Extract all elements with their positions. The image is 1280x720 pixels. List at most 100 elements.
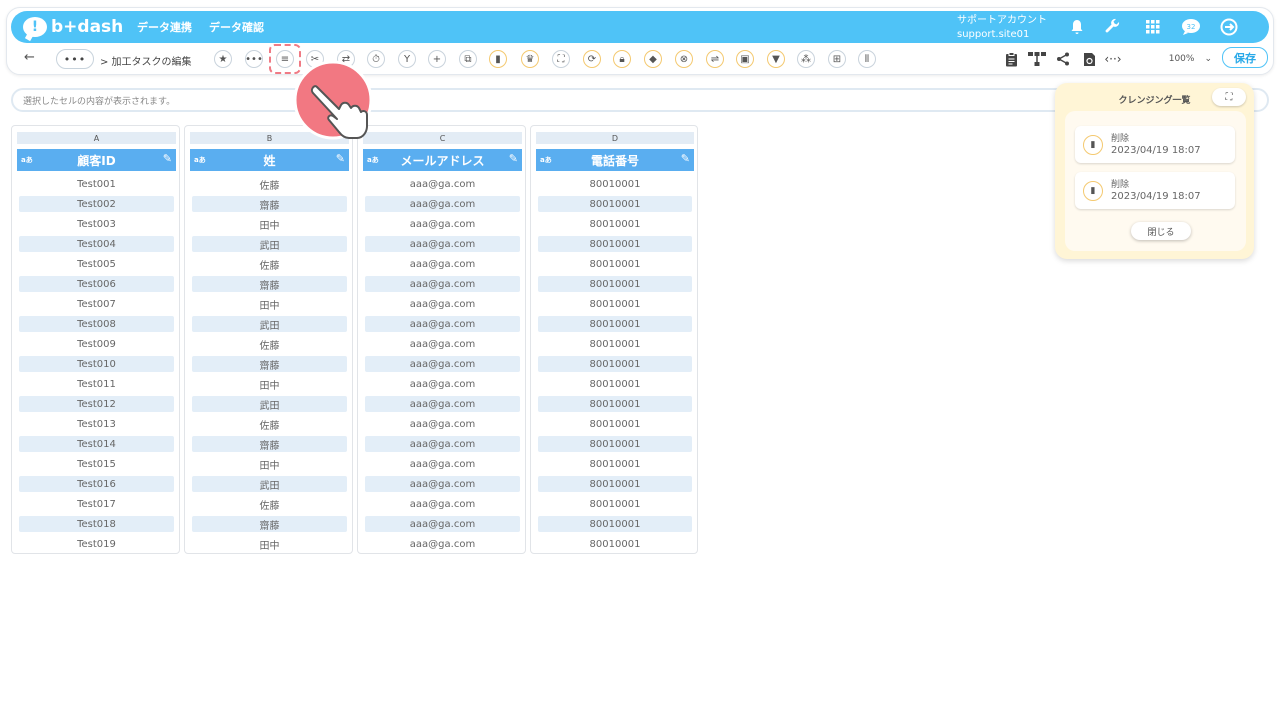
save-button[interactable]: 保存 <box>1222 47 1268 68</box>
table-cell[interactable]: Test012 <box>19 396 174 412</box>
plus-icon[interactable]: + <box>428 50 446 68</box>
table-cell[interactable]: Test001 <box>19 176 174 192</box>
table-cell[interactable]: 佐藤 <box>192 256 347 272</box>
table-cell[interactable]: 武田 <box>192 316 347 332</box>
table-cell[interactable]: Test003 <box>19 216 174 232</box>
split-icon[interactable]: Y <box>398 50 416 68</box>
table-cell[interactable]: 80010001 <box>538 396 692 412</box>
table-cell[interactable]: aaa@ga.com <box>365 376 520 392</box>
columns-icon[interactable]: ⦀ <box>858 50 876 68</box>
expand-icon[interactable]: ⛶ <box>552 50 570 68</box>
pencil-icon[interactable]: ✎ <box>681 152 690 165</box>
table-cell[interactable]: 80010001 <box>538 536 692 552</box>
table-cell[interactable]: Test005 <box>19 256 174 272</box>
table-cell[interactable]: 80010001 <box>538 496 692 512</box>
table-cell[interactable]: aaa@ga.com <box>365 456 520 472</box>
column-letter[interactable]: A <box>17 132 176 144</box>
column-header[interactable]: aあ メールアドレス ✎ <box>363 149 522 171</box>
table-cell[interactable]: 80010001 <box>538 276 692 292</box>
table-cell[interactable]: Test007 <box>19 296 174 312</box>
copy-icon[interactable]: ⧉ <box>459 50 477 68</box>
table-cell[interactable]: Test019 <box>19 536 174 552</box>
logo[interactable]: ! b+dash <box>23 15 123 39</box>
table-cell[interactable]: aaa@ga.com <box>365 516 520 532</box>
breadcrumb-more-button[interactable]: ••• <box>56 49 94 69</box>
table-cell[interactable]: 齋藤 <box>192 516 347 532</box>
nav-data-integration[interactable]: データ連携 <box>137 19 192 35</box>
table-cell[interactable]: 80010001 <box>538 296 692 312</box>
table-cell[interactable]: 田中 <box>192 216 347 232</box>
repeat-icon[interactable]: ⟳ <box>583 50 601 68</box>
table-cell[interactable]: aaa@ga.com <box>365 316 520 332</box>
table-cell[interactable]: Test004 <box>19 236 174 252</box>
table-cell[interactable]: 80010001 <box>538 476 692 492</box>
table-cell[interactable]: 齋藤 <box>192 196 347 212</box>
history-item[interactable]: ▮ 削除 2023/04/19 18:07 <box>1075 126 1235 163</box>
table-cell[interactable]: aaa@ga.com <box>365 216 520 232</box>
table-cell[interactable]: aaa@ga.com <box>365 476 520 492</box>
table-cell[interactable]: aaa@ga.com <box>365 296 520 312</box>
table-cell[interactable]: 80010001 <box>538 356 692 372</box>
square-icon[interactable]: ▣ <box>736 50 754 68</box>
column-letter[interactable]: C <box>363 132 522 144</box>
chat-support-icon[interactable]: 32 <box>1181 17 1201 37</box>
filter-icon[interactable]: ▼ <box>767 50 785 68</box>
column-letter[interactable]: D <box>536 132 694 144</box>
table-cell[interactable]: Test013 <box>19 416 174 432</box>
table-cell[interactable]: 齋藤 <box>192 356 347 372</box>
account-info[interactable]: サポートアカウント support.site01 <box>957 14 1047 42</box>
table-cell[interactable]: Test002 <box>19 196 174 212</box>
table-cell[interactable]: Test009 <box>19 336 174 352</box>
grid-icon[interactable]: ⊞ <box>828 50 846 68</box>
table-cell[interactable]: 80010001 <box>538 416 692 432</box>
code-icon[interactable]: ‹··› <box>1104 50 1122 68</box>
table-cell[interactable]: 田中 <box>192 376 347 392</box>
refresh-doc-icon[interactable] <box>1080 50 1098 68</box>
close-panel-button[interactable]: 閉じる <box>1131 222 1191 240</box>
table-cell[interactable]: 80010001 <box>538 516 692 532</box>
wrench-icon[interactable] <box>1103 17 1123 37</box>
share-icon[interactable] <box>1054 50 1072 68</box>
logout-icon[interactable] <box>1219 17 1239 37</box>
table-cell[interactable]: aaa@ga.com <box>365 396 520 412</box>
table-cell[interactable]: 齋藤 <box>192 436 347 452</box>
table-cell[interactable]: aaa@ga.com <box>365 416 520 432</box>
pencil-icon[interactable]: ✎ <box>336 152 345 165</box>
table-cell[interactable]: Test016 <box>19 476 174 492</box>
table-cell[interactable]: Test006 <box>19 276 174 292</box>
column-header[interactable]: aあ 顧客ID ✎ <box>17 149 176 171</box>
back-arrow-icon[interactable]: ← <box>24 50 35 65</box>
star-icon[interactable]: ★ <box>214 50 232 68</box>
table-cell[interactable]: 武田 <box>192 396 347 412</box>
pencil-icon[interactable]: ✎ <box>163 152 172 165</box>
zoom-select[interactable]: 100% ⌄ <box>1140 49 1216 69</box>
table-cell[interactable]: Test018 <box>19 516 174 532</box>
table-cell[interactable]: aaa@ga.com <box>365 496 520 512</box>
table-cell[interactable]: 佐藤 <box>192 176 347 192</box>
clipboard-icon[interactable] <box>1002 50 1020 68</box>
flow-diagram-icon[interactable] <box>1028 50 1046 68</box>
more-icon[interactable]: ••• <box>245 50 263 68</box>
table-cell[interactable]: Test008 <box>19 316 174 332</box>
table-cell[interactable]: aaa@ga.com <box>365 196 520 212</box>
table-cell[interactable]: Test014 <box>19 436 174 452</box>
close-circle-icon[interactable]: ⊗ <box>675 50 693 68</box>
table-cell[interactable]: 80010001 <box>538 316 692 332</box>
table-cell[interactable]: aaa@ga.com <box>365 276 520 292</box>
group-icon[interactable]: ⁂ <box>797 50 815 68</box>
table-cell[interactable]: 佐藤 <box>192 416 347 432</box>
table-cell[interactable]: Test011 <box>19 376 174 392</box>
table-cell[interactable]: 80010001 <box>538 256 692 272</box>
grid-menu-icon[interactable] <box>1143 17 1163 37</box>
table-cell[interactable]: 80010001 <box>538 376 692 392</box>
table-cell[interactable]: 佐藤 <box>192 496 347 512</box>
table-cell[interactable]: 80010001 <box>538 236 692 252</box>
table-cell[interactable]: aaa@ga.com <box>365 356 520 372</box>
table-cell[interactable]: 80010001 <box>538 176 692 192</box>
shuffle-icon[interactable]: ⇌ <box>706 50 724 68</box>
trash-icon[interactable]: ▮ <box>489 50 507 68</box>
lock-icon[interactable]: 🔒︎ <box>613 50 631 68</box>
table-cell[interactable]: 田中 <box>192 296 347 312</box>
box-icon[interactable]: ◆ <box>644 50 662 68</box>
expand-icon[interactable]: ⛶ <box>1212 88 1246 106</box>
